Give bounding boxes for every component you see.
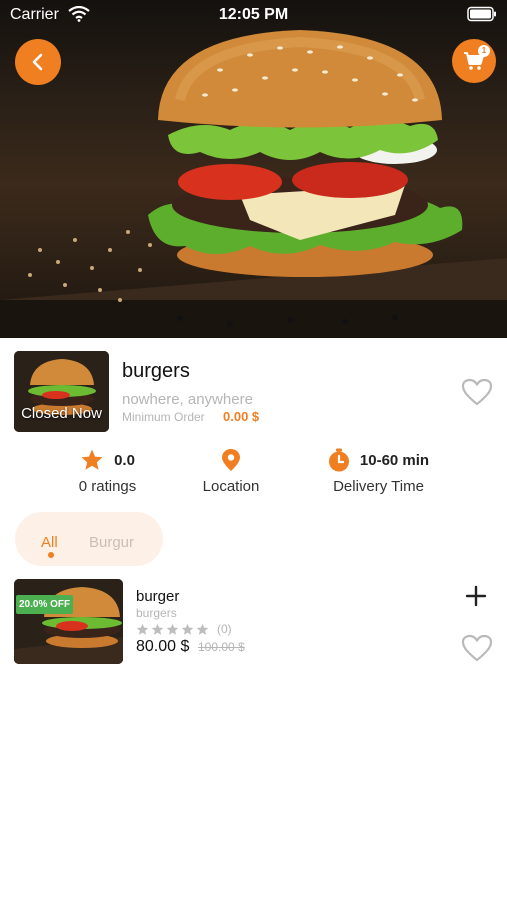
discount-badge: 20.0% OFF xyxy=(16,595,74,614)
store-closed-status: Closed Now xyxy=(21,405,102,422)
tab-burgur[interactable]: Burgur xyxy=(89,534,134,551)
location-label: Location xyxy=(202,478,260,495)
min-order-label: Minimum Order xyxy=(122,410,205,424)
ratings-stat: 0.0 0 ratings xyxy=(60,448,155,495)
cart-button[interactable]: 1 xyxy=(452,39,496,83)
star-icon xyxy=(166,623,179,635)
ratings-count-label: 0 ratings xyxy=(78,478,137,495)
product-thumbnail[interactable]: 20.0% OFF xyxy=(14,579,123,664)
favorite-product-heart-icon[interactable] xyxy=(461,634,493,662)
product-category: burgers xyxy=(136,606,177,620)
star-icon xyxy=(196,623,209,635)
delivery-time-label: Delivery Time xyxy=(333,478,424,495)
product-price: 80.00 $ xyxy=(136,638,190,655)
active-tab-indicator xyxy=(48,552,54,558)
star-icon xyxy=(151,623,164,635)
category-tabs: All Burgur xyxy=(15,512,163,566)
product-burger-image xyxy=(14,579,123,664)
star-icon xyxy=(136,623,149,635)
store-thumbnail: Closed Now xyxy=(14,351,109,432)
favorite-store-heart-icon[interactable] xyxy=(461,378,493,406)
timer-icon xyxy=(328,448,349,472)
status-bar: Carrier 12:05 PM xyxy=(0,0,507,30)
min-order-value: 0.00 $ xyxy=(223,409,260,424)
back-arrow-icon xyxy=(32,53,43,71)
hero-image: Carrier 12:05 PM 1 xyxy=(0,0,507,338)
location-stat[interactable]: Location xyxy=(186,448,276,495)
back-button[interactable] xyxy=(15,39,61,85)
rating-count: (0) xyxy=(217,622,232,636)
rating-value: 0.0 xyxy=(114,451,135,469)
product-rating: (0) xyxy=(136,622,232,636)
star-icon xyxy=(81,449,103,470)
store-name: burgers xyxy=(122,360,190,382)
battery-icon xyxy=(467,6,496,22)
product-name[interactable]: burger xyxy=(136,588,179,605)
add-to-cart-plus-icon[interactable] xyxy=(464,584,488,608)
cart-count-badge: 1 xyxy=(478,45,490,57)
delivery-time-value: 10-60 min xyxy=(359,451,430,469)
tab-all[interactable]: All xyxy=(41,534,58,551)
location-pin-icon xyxy=(222,449,240,471)
delivery-time-stat: 10-60 min Delivery Time xyxy=(316,448,441,495)
clock: 12:05 PM xyxy=(218,6,289,23)
product-old-price: 100.00 $ xyxy=(198,640,245,654)
store-address: nowhere, anywhere xyxy=(122,391,253,408)
star-icon xyxy=(181,623,194,635)
burger-photo xyxy=(0,30,507,338)
